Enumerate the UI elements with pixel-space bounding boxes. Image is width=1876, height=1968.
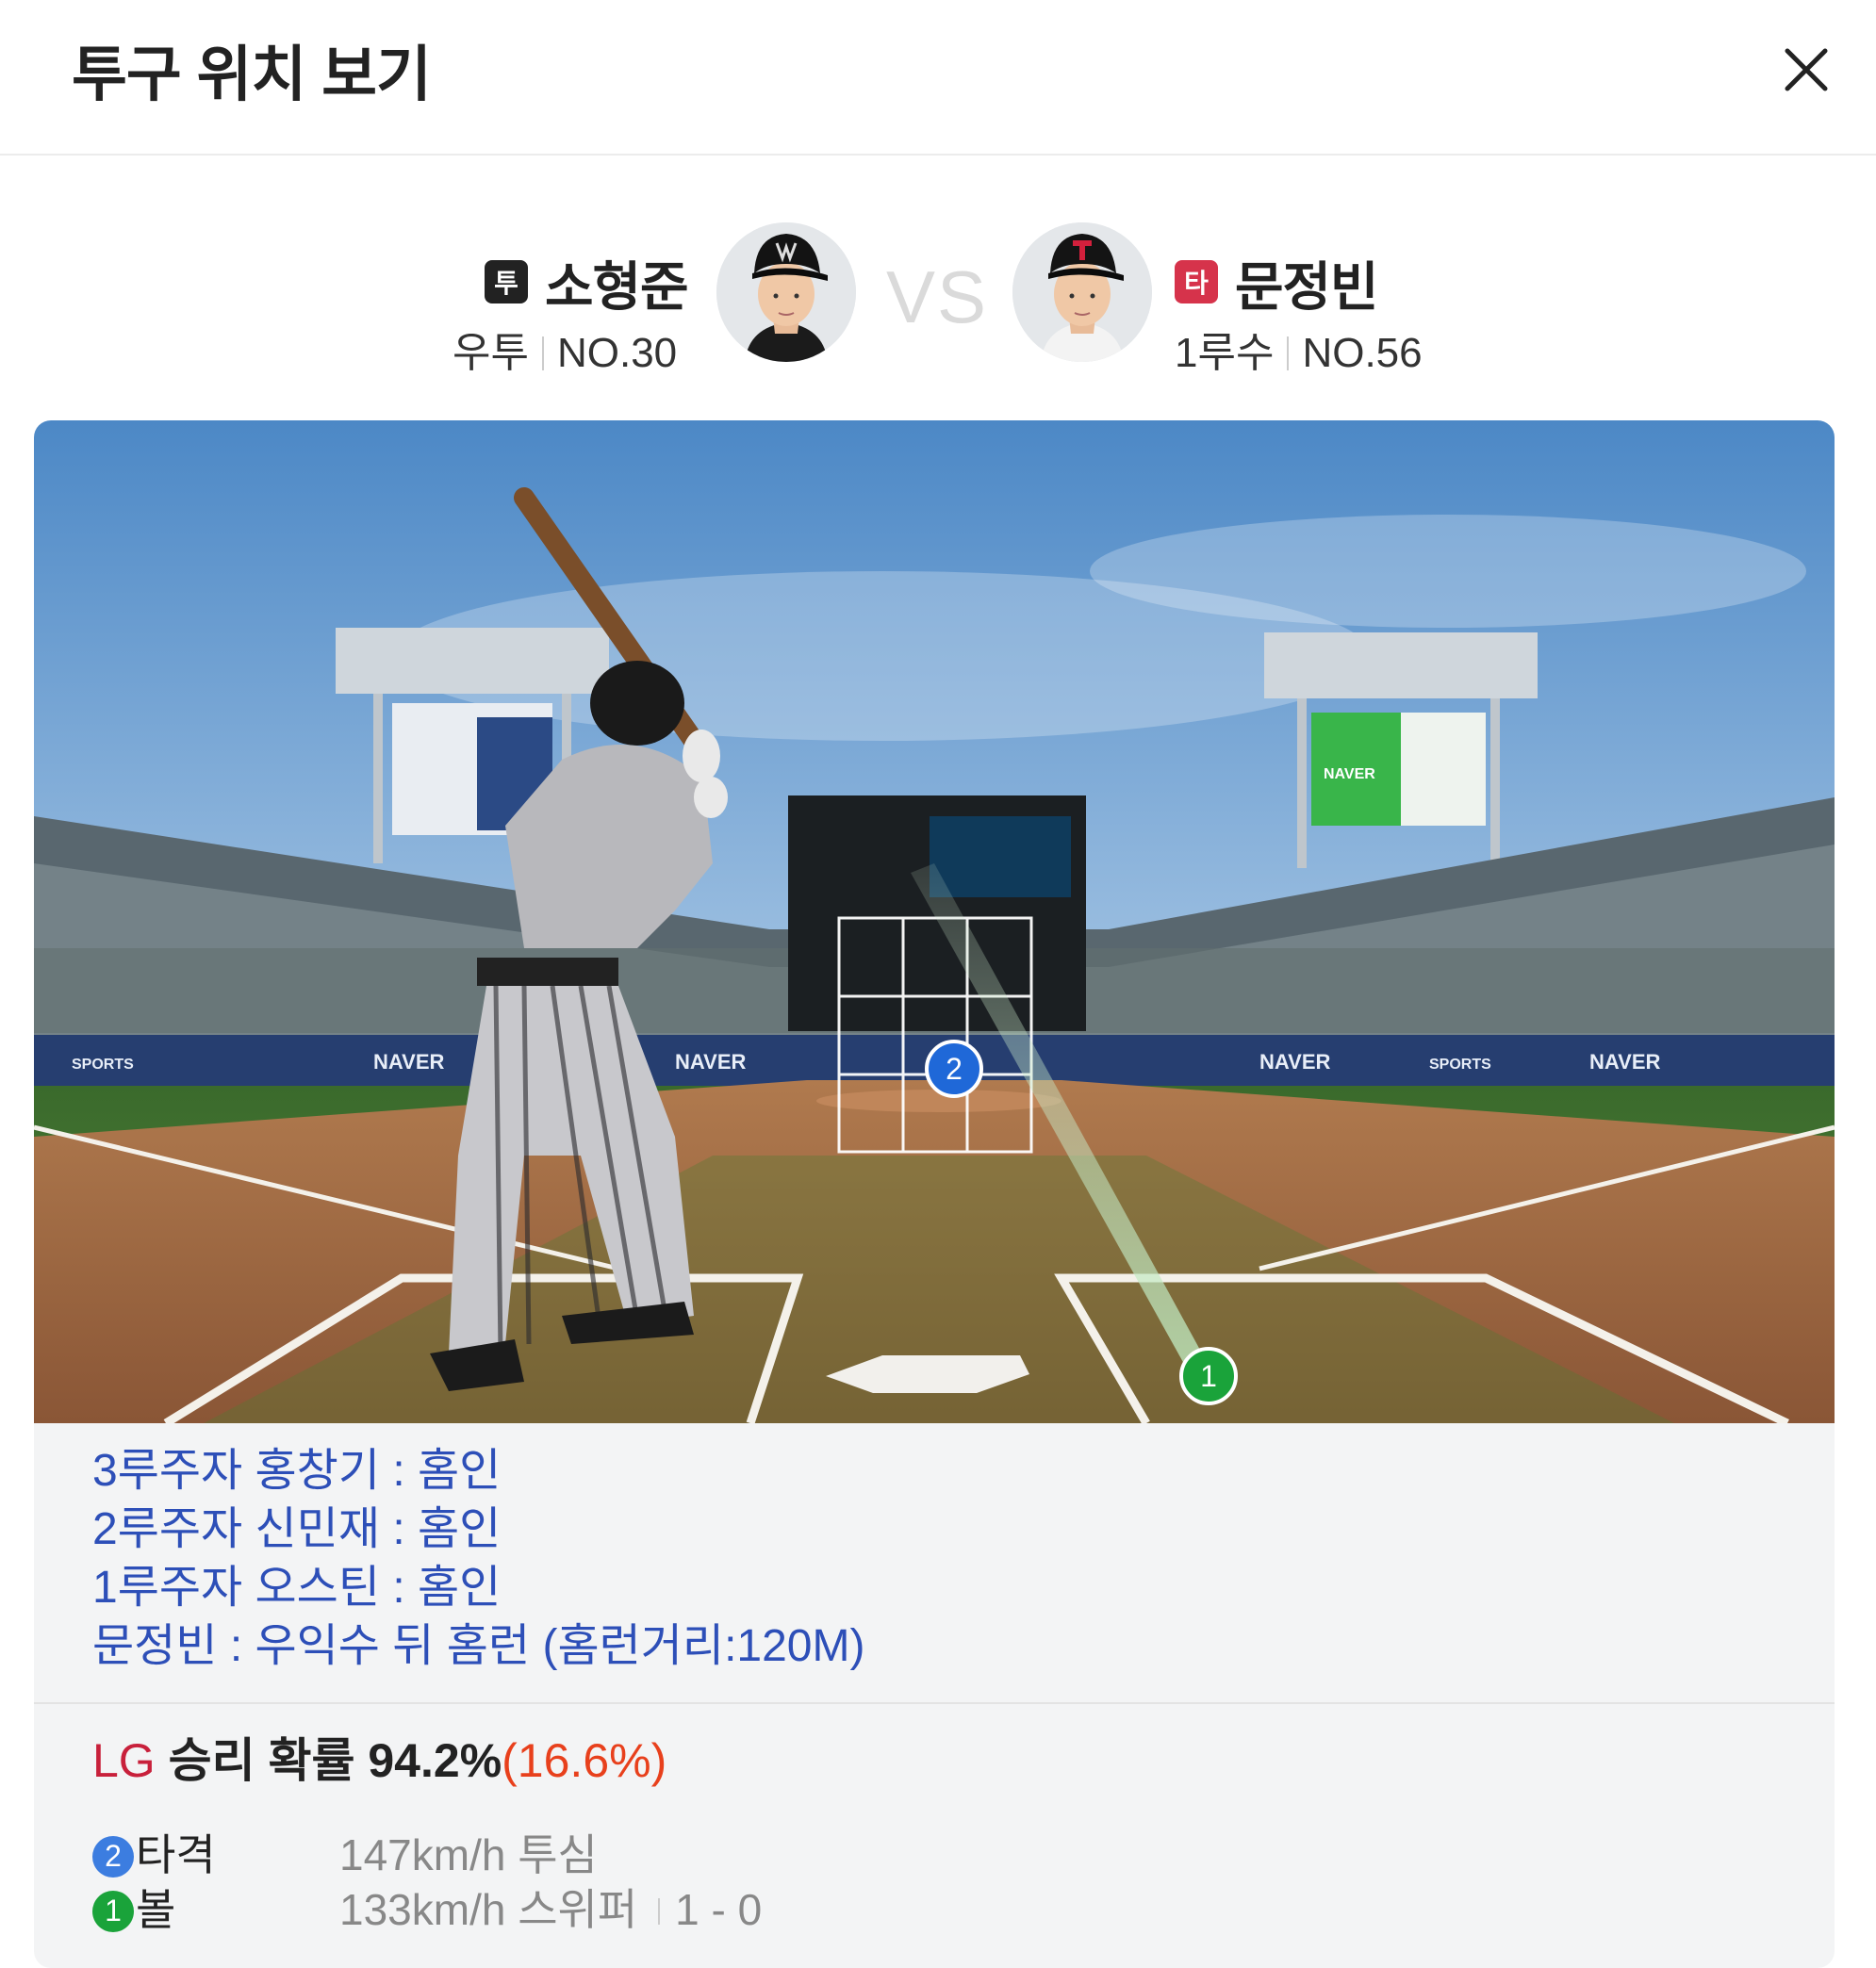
event-line: 문정빈 : 우익수 뒤 홈런 (홈런거리:120M) (92, 1621, 865, 1671)
win-probability-label: 승리 확률 94.2% (155, 1734, 502, 1787)
pitch-row[interactable]: 1볼 133km/h 스위퍼 1 - 0 (92, 1876, 762, 1934)
pitch-marker-1-label: 1 (1200, 1359, 1217, 1393)
pitch-number-badge: 2 (92, 1835, 134, 1878)
wall-banner-brand-1: NAVER (373, 1050, 444, 1074)
pitch-list: 2 타격 147km/h 투심 1볼 133km/h 스위퍼 1 - 0 (92, 1821, 762, 1934)
pitch-description: 133km/h 스위퍼 1 - 0 (339, 1876, 762, 1938)
batter-position: 1루수 (1175, 330, 1275, 376)
play-events: 3루주자 홍창기 : 홈인 2루주자 신민재 : 홈인 1루주자 오스틴 : 홈… (92, 1442, 864, 1676)
win-probability: LG 승리 확률 94.2%(16.6%) (92, 1723, 666, 1791)
pitcher-number: NO.30 (556, 330, 678, 376)
batter-name: 문정빈 (1235, 257, 1379, 317)
play-info-panel: 3루주자 홍창기 : 홈인 2루주자 신민재 : 홈인 1루주자 오스틴 : 홈… (34, 1423, 1835, 1968)
event-line: 1루주자 오스틴 : 홈인 (92, 1563, 502, 1613)
batter-avatar[interactable] (1012, 222, 1152, 362)
pitch-speed-type: 147km/h 투심 (339, 1830, 598, 1879)
tower-banner-brand: NAVER (1324, 766, 1375, 782)
wall-banner-sports-2: SPORTS (1429, 1057, 1491, 1073)
pitch-marker-2[interactable]: 2 (925, 1040, 983, 1098)
pitch-result: 볼 (136, 1885, 176, 1934)
modal-header: 투구 위치 보기 (0, 0, 1876, 156)
wall-banner-sports-1: SPORTS (72, 1057, 134, 1073)
pitch-number-badge: 1 (92, 1890, 134, 1932)
pitcher-info: 우투 NO.30 (453, 319, 677, 379)
pitch-speed-type: 133km/h 스위퍼 (339, 1885, 638, 1934)
matchup-bar: 투 소형준 우투 NO.30 VS 타 문정빈 1루수 NO.56 (0, 217, 1876, 377)
batter-number: NO.56 (1302, 330, 1423, 376)
pitch-description: 147km/h 투심 (339, 1821, 598, 1883)
pitch-marker-2-label: 2 (946, 1052, 963, 1086)
pitch-marker-1[interactable]: 1 (1179, 1347, 1238, 1405)
wall-banner-brand-3: NAVER (1259, 1050, 1330, 1074)
win-probability-team: LG (92, 1734, 156, 1787)
pitch-row[interactable]: 2 타격 147km/h 투심 (92, 1821, 598, 1879)
divider (34, 1702, 1835, 1704)
wall-banner-brand-2: NAVER (675, 1050, 746, 1074)
pitcher-avatar[interactable] (716, 222, 856, 362)
event-line: 2루주자 신민재 : 홈인 (92, 1504, 502, 1554)
pitch-count: 1 - 0 (675, 1885, 763, 1934)
batter-badge: 타 (1175, 260, 1218, 303)
pitch-result: 타격 (136, 1830, 216, 1879)
pitcher-badge: 투 (485, 260, 528, 303)
wall-banner-brand-4: NAVER (1589, 1050, 1660, 1074)
vs-label: VS (886, 255, 989, 338)
page-title: 투구 위치 보기 (72, 41, 432, 108)
event-line: 3루주자 홍창기 : 홈인 (92, 1446, 502, 1496)
pitch-location-view: NAVER NAVER NAVER NAVER NAVER SPORTS SPO… (34, 420, 1835, 1423)
win-probability-delta: (16.6%) (502, 1734, 667, 1787)
pitcher-name: 소형준 (545, 257, 689, 317)
pitcher-throws: 우투 (453, 330, 529, 376)
close-icon[interactable] (1778, 41, 1835, 98)
batter-info: 1루수 NO.56 (1175, 319, 1423, 379)
